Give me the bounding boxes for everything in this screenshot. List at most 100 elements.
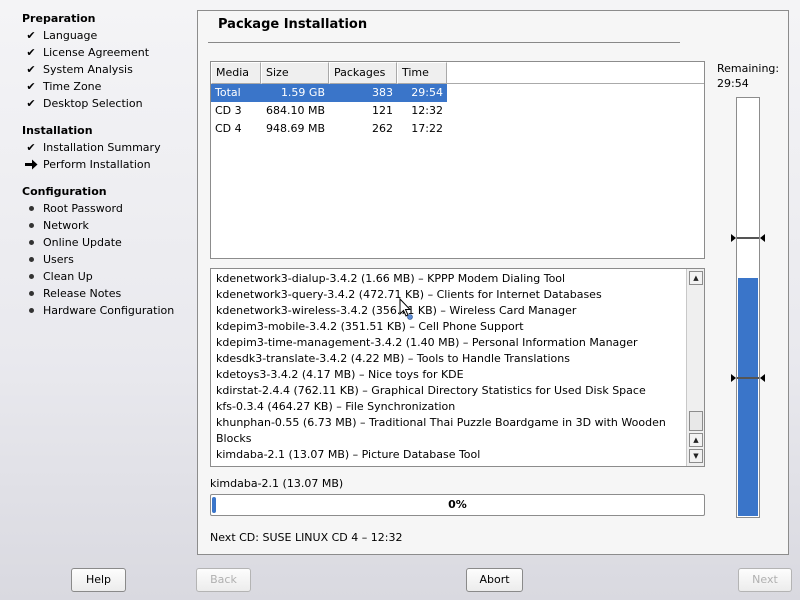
package-log-lines: kdenetwork3-dialup-3.4.2 (1.66 MB) – KPP… [216, 271, 686, 463]
sidebar-step: Clean Up [0, 268, 195, 285]
log-line: kdepim3-mobile-3.4.2 (351.51 KB) – Cell … [216, 320, 524, 333]
scrollbar-thumb[interactable] [689, 411, 703, 431]
mouse-pointer-icon [399, 298, 413, 320]
remaining-title: Remaining: [717, 62, 780, 75]
section-title: Installation [22, 124, 93, 137]
sidebar-step-label: Users [43, 253, 74, 266]
bullet-icon [24, 268, 38, 285]
sidebar-step-label: Hardware Configuration [43, 304, 175, 317]
column-header-time[interactable]: Time [397, 62, 447, 84]
bullet-icon [24, 217, 38, 234]
help-button[interactable]: Help [71, 568, 126, 592]
sidebar-step: ✔ Installation Summary [0, 139, 195, 156]
table-row[interactable]: Total 1.59 GB 383 29:54 [211, 84, 447, 102]
sidebar-step-label: Language [43, 29, 98, 42]
next-cd-label: Next CD: SUSE LINUX CD 4 – 12:32 [210, 531, 403, 544]
table-cell-size: 948.69 MB [265, 122, 325, 135]
column-header-packages[interactable]: Packages [329, 62, 397, 84]
sidebar-step-label: Online Update [43, 236, 122, 249]
sidebar-step: ✔ Desktop Selection [0, 95, 195, 112]
log-line: kfs-0.3.4 (464.27 KB) – File Synchroniza… [216, 400, 456, 413]
sidebar-step: ✔ Language [0, 27, 195, 44]
checkmark-icon: ✔ [26, 141, 36, 154]
sidebar-step-label: Root Password [43, 202, 123, 215]
column-header-media[interactable]: Media [211, 62, 261, 84]
sidebar-step-label: Network [43, 219, 89, 232]
bullet-icon [24, 234, 38, 251]
arrow-right-icon [24, 156, 38, 173]
table-row[interactable]: CD 3 684.10 MB 121 12:32 [211, 102, 704, 120]
sidebar-step: Root Password [0, 200, 195, 217]
table-cell-packages: 121 [372, 104, 393, 117]
log-line: kdesdk3-translate-3.4.2 (4.22 MB) – Tool… [216, 352, 570, 365]
scroll-up-arrow-icon[interactable]: ▲ [689, 433, 703, 447]
remaining-progress-fill [738, 278, 758, 516]
log-scrollbar[interactable]: ▲ ▲ ▼ [686, 269, 704, 466]
checkmark-icon: ✔ [26, 80, 36, 93]
scroll-up-arrow-icon[interactable]: ▲ [689, 271, 703, 285]
scroll-down-arrow-icon[interactable]: ▼ [689, 449, 703, 463]
checkmark-icon: ✔ [26, 63, 36, 76]
table-cell-packages: 383 [372, 86, 393, 99]
table-cell-media: Total [215, 86, 241, 99]
sidebar-step-label: Installation Summary [43, 141, 161, 154]
table-cell-media: CD 4 [215, 122, 242, 135]
cd-boundary-marker [731, 374, 765, 382]
log-line: kdenetwork3-wireless-3.4.2 (356.71 KB) –… [216, 304, 577, 317]
checkmark-icon: ✔ [26, 29, 36, 42]
sidebar-step-label: Clean Up [43, 270, 93, 283]
log-line: Blocks [216, 432, 252, 445]
log-line: kimdaba-2.1 (13.07 MB) – Picture Databas… [216, 448, 481, 461]
sidebar-step-label: Time Zone [43, 80, 102, 93]
table-cell-media: CD 3 [215, 104, 242, 117]
log-line: kdirstat-2.4.4 (762.11 KB) – Graphical D… [216, 384, 646, 397]
log-line: kdenetwork3-query-3.4.2 (472.71 KB) – Cl… [216, 288, 602, 301]
bullet-icon [24, 251, 38, 268]
bullet-icon [24, 200, 38, 217]
marker-left-arrow-icon [731, 374, 736, 382]
sidebar-step: Perform Installation [0, 156, 195, 173]
next-button[interactable]: Next [738, 568, 792, 592]
sidebar-step-label: Perform Installation [43, 158, 151, 171]
back-button[interactable]: Back [196, 568, 251, 592]
sidebar-step: Users [0, 251, 195, 268]
remaining-time: 29:54 [717, 77, 749, 90]
package-log[interactable]: kdenetwork3-dialup-3.4.2 (1.66 MB) – KPP… [210, 268, 705, 467]
table-row[interactable]: CD 4 948.69 MB 262 17:22 [211, 120, 704, 138]
section-title: Preparation [22, 12, 96, 25]
section-title: Configuration [22, 185, 107, 198]
sidebar-step-label: System Analysis [43, 63, 133, 76]
checkmark-icon: ✔ [26, 97, 36, 110]
table-cell-size: 1.59 GB [280, 86, 325, 99]
table-cell-time: 29:54 [411, 86, 443, 99]
package-progress-text: 0% [448, 498, 467, 511]
media-table[interactable]: Media Size Packages Time Total 1.59 GB 383… [210, 61, 705, 259]
bullet-icon [24, 285, 38, 302]
sidebar-step-label: Desktop Selection [43, 97, 143, 110]
sidebar-step: Release Notes [0, 285, 195, 302]
marker-right-arrow-icon [760, 234, 765, 242]
bullet-icon [24, 302, 38, 319]
title-divider [208, 42, 680, 43]
checkmark-icon: ✔ [26, 46, 36, 59]
sidebar-step: Online Update [0, 234, 195, 251]
media-table-header: Media Size Packages Time [211, 62, 704, 84]
sidebar-step-label: Release Notes [43, 287, 122, 300]
log-line: khunphan-0.55 (6.73 MB) – Traditional Th… [216, 416, 666, 429]
log-line: kdepim3-time-management-3.4.2 (1.40 MB) … [216, 336, 638, 349]
marker-right-arrow-icon [760, 374, 765, 382]
remaining-label: Remaining: 29:54 [717, 61, 779, 91]
sidebar-step: ✔ Time Zone [0, 78, 195, 95]
main-panel: Package Installation Media Size Packages… [197, 10, 789, 555]
page-title: Package Installation [218, 17, 368, 32]
column-header-size[interactable]: Size [261, 62, 329, 84]
sidebar-step-label: License Agreement [43, 46, 150, 59]
table-cell-time: 17:22 [411, 122, 443, 135]
table-cell-size: 684.10 MB [265, 104, 325, 117]
log-line: kdenetwork3-dialup-3.4.2 (1.66 MB) – KPP… [216, 272, 566, 285]
abort-button[interactable]: Abort [466, 568, 523, 592]
sidebar-step: ✔ System Analysis [0, 61, 195, 78]
sidebar-step: Network [0, 217, 195, 234]
